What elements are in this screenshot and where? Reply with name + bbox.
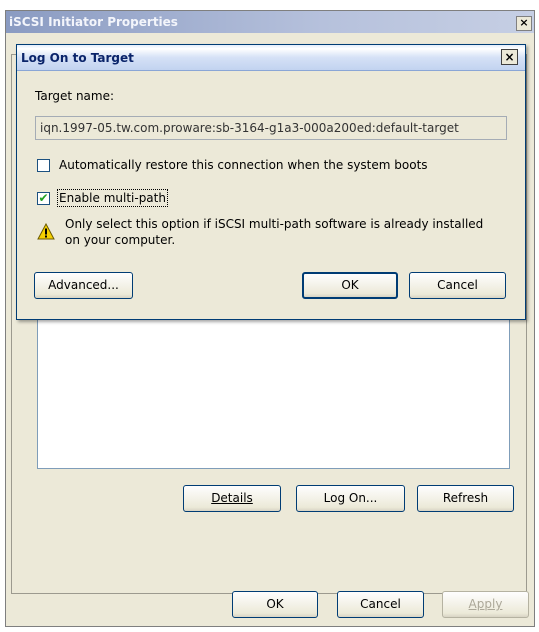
outer-ok-button[interactable]: OK bbox=[232, 591, 318, 618]
details-button-label: Details bbox=[211, 491, 253, 505]
dialog-cancel-button[interactable]: Cancel bbox=[409, 272, 506, 299]
dialog-close-icon[interactable]: × bbox=[501, 49, 518, 65]
restore-connection-label: Automatically restore this connection wh… bbox=[59, 158, 428, 172]
log-on-to-target-dialog: Log On to Target × Target name: iqn.1997… bbox=[16, 44, 526, 320]
apply-button: Apply bbox=[442, 591, 529, 618]
restore-connection-checkbox[interactable] bbox=[37, 159, 50, 172]
log-on-button[interactable]: Log On... bbox=[296, 485, 405, 512]
advanced-button-label: Advanced... bbox=[48, 278, 119, 292]
enable-multipath-label: Enable multi-path bbox=[57, 189, 168, 207]
outer-cancel-button[interactable]: Cancel bbox=[337, 591, 424, 618]
dialog-ok-button-label: OK bbox=[341, 278, 359, 292]
outer-window-title: iSCSI Initiator Properties bbox=[6, 11, 534, 33]
log-on-button-label: Log On... bbox=[323, 491, 378, 505]
refresh-button[interactable]: Refresh bbox=[417, 485, 514, 512]
warning-icon bbox=[37, 223, 55, 240]
dialog-ok-button[interactable]: OK bbox=[302, 272, 398, 299]
enable-multipath-checkbox[interactable]: ✔ bbox=[37, 192, 50, 205]
warning-text-line1: Only select this option if iSCSI multi-p… bbox=[65, 217, 484, 231]
outer-close-icon[interactable]: × bbox=[516, 16, 532, 31]
dialog-cancel-button-label: Cancel bbox=[437, 278, 478, 292]
warning-text-line2: on your computer. bbox=[65, 233, 176, 247]
target-name-label: Target name: bbox=[35, 89, 115, 103]
outer-ok-button-label: OK bbox=[266, 597, 284, 611]
checkbox-check-icon: ✔ bbox=[38, 191, 49, 205]
advanced-button[interactable]: Advanced... bbox=[34, 272, 133, 299]
refresh-button-label: Refresh bbox=[442, 491, 489, 505]
details-button[interactable]: Details bbox=[183, 485, 281, 512]
apply-button-label: Apply bbox=[468, 597, 503, 611]
outer-cancel-button-label: Cancel bbox=[360, 597, 401, 611]
targets-list[interactable] bbox=[37, 312, 510, 469]
target-name-field[interactable]: iqn.1997-05.tw.com.proware:sb-3164-g1a3-… bbox=[35, 116, 507, 140]
dialog-title: Log On to Target bbox=[17, 45, 525, 71]
